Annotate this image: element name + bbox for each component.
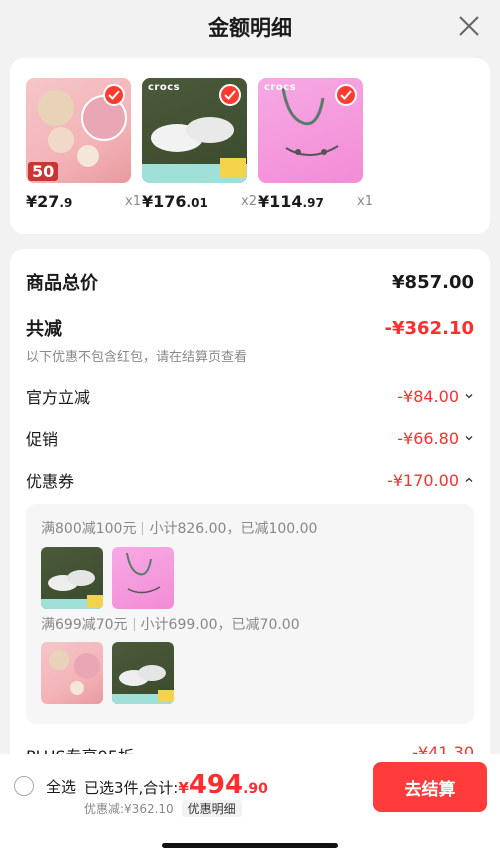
discount-label: 促销	[26, 430, 59, 449]
reduce-label: 共减	[26, 319, 62, 340]
promo-badge: 50	[28, 162, 59, 181]
checkout-button[interactable]: 去结算	[373, 762, 487, 812]
coupon-detail-panel: 满800减100元 小计826.00，已减100.00 满699减70元 小计699…	[26, 504, 474, 724]
product-qty: x2	[241, 194, 257, 209]
brand-logo: crocs	[148, 82, 181, 93]
price-breakdown-card: 商品总价 ¥857.00 共减 -¥362.10 以下优惠不包含红包，请在结算页…	[10, 249, 490, 769]
chevron-down-icon	[465, 394, 473, 399]
discount-summary: 优惠减:¥362.10 优惠明细	[84, 800, 242, 817]
reduce-row: 共减 -¥362.10	[26, 315, 474, 341]
product-item[interactable]: crocs ¥114.97 x1	[258, 78, 373, 211]
product-price: ¥27.9	[26, 192, 73, 211]
home-indicator	[162, 843, 338, 848]
crocs-clog-thumb	[112, 642, 174, 704]
product-price: ¥176.01	[142, 192, 208, 211]
total-row: 商品总价 ¥857.00	[26, 269, 474, 295]
chevron-up-icon	[465, 477, 473, 482]
promotion-row[interactable]: 促销 -¥66.80	[26, 426, 474, 450]
brand-logo: crocs	[264, 82, 297, 93]
discount-value: -¥170.00	[387, 471, 474, 490]
product-price: ¥114.97	[258, 192, 324, 211]
discount-value: -¥66.80	[397, 429, 474, 448]
discount-detail-tag[interactable]: 优惠明细	[181, 800, 242, 817]
coupon-tier: 满699减70元 小计699.00，已减70.00	[41, 617, 300, 633]
discount-value: -¥84.00	[397, 387, 474, 406]
crocs-clog-thumb	[41, 547, 103, 609]
nipple-pads-image: 50	[26, 78, 131, 183]
crocs-charm-thumb	[112, 547, 174, 609]
sheet-header: 金额明细	[0, 0, 500, 58]
selected-check-icon[interactable]	[103, 84, 125, 106]
selected-check-icon[interactable]	[335, 84, 357, 106]
coupon-row[interactable]: 优惠券 -¥170.00	[26, 468, 474, 492]
total-label: 商品总价	[26, 273, 98, 294]
crocs-clog-image: crocs	[142, 78, 247, 183]
selected-check-icon[interactable]	[219, 84, 241, 106]
product-card: 50 ¥27.9 x1 crocs ¥176.01 x2 crocs ¥114.…	[10, 58, 490, 234]
chevron-down-icon	[465, 436, 473, 441]
discount-label: 官方立减	[26, 388, 91, 407]
order-total: 已选3件,合计:¥494.90	[84, 770, 268, 800]
checkout-bar: 全选 已选3件,合计:¥494.90 优惠减:¥362.10 优惠明细 去结算	[0, 754, 500, 861]
discount-label: 优惠券	[26, 472, 75, 491]
product-qty: x1	[357, 194, 373, 209]
discount-note: 以下优惠不包含红包，请在结算页查看	[26, 350, 248, 365]
official-discount-row[interactable]: 官方立减 -¥84.00	[26, 384, 474, 408]
select-all-radio[interactable]	[14, 776, 34, 796]
product-qty: x1	[125, 194, 141, 209]
coupon-tier: 满800减100元 小计826.00，已减100.00	[41, 521, 318, 537]
select-all-label[interactable]: 全选	[46, 776, 76, 797]
product-item[interactable]: 50 ¥27.9 x1	[26, 78, 141, 211]
reduce-value: -¥362.10	[384, 317, 474, 339]
page-title: 金额明细	[208, 16, 292, 40]
crocs-charm-chain-image: crocs	[258, 78, 363, 183]
close-icon[interactable]	[458, 15, 480, 37]
product-item[interactable]: crocs ¥176.01 x2	[142, 78, 257, 211]
nipple-pads-thumb	[41, 642, 103, 704]
total-value: ¥857.00	[392, 271, 474, 293]
